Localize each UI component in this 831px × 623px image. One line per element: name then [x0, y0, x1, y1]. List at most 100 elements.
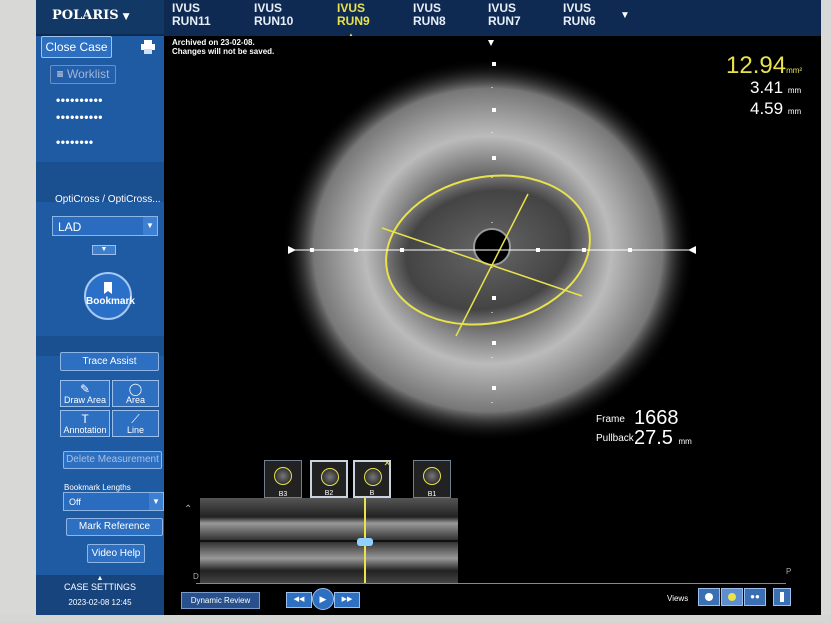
dynamic-review-button[interactable]: Dynamic Review	[181, 592, 260, 609]
diameter-2-unit: mm	[787, 107, 802, 116]
patient-id-masked: ••••••••••	[56, 110, 104, 124]
longitudinal-view[interactable]	[200, 498, 458, 583]
pullback-unit: mm	[678, 437, 692, 446]
line-icon: ⟋	[131, 412, 140, 426]
worklist-button[interactable]: ≡ Worklist	[50, 65, 116, 84]
run-tab-line2: RUN8	[413, 14, 446, 28]
monitor-bezel-left	[0, 0, 36, 623]
archived-notice: Archived on 23-02-08. Changes will not b…	[172, 38, 274, 56]
run-tab-run8[interactable]: IVUS RUN8	[413, 2, 446, 28]
bookmark-thumb-b3[interactable]: B3	[264, 460, 302, 498]
mark-reference-button[interactable]: Mark Reference	[66, 518, 163, 536]
chevron-down-icon: ▼	[143, 217, 157, 235]
more-runs-chevron-icon[interactable]: ▼	[620, 10, 630, 21]
text-icon: T	[81, 412, 89, 426]
run-tab-line2: RUN9	[337, 14, 370, 28]
chevron-down-icon: ▼	[149, 493, 163, 510]
views-label: Views	[667, 594, 689, 603]
dual-view-icon: ●●	[750, 592, 760, 601]
ivus-cross-section[interactable]	[164, 36, 821, 476]
close-icon[interactable]: ✕	[383, 458, 391, 469]
case-settings-label: CASE SETTINGS	[63, 582, 136, 592]
diameter-1-readout: 3.41 mm	[750, 78, 801, 98]
bookmark-button[interactable]: Bookmark	[84, 272, 135, 320]
list-icon: ≡	[56, 67, 64, 81]
run-tab-line2: RUN7	[488, 14, 521, 28]
forward-button[interactable]: ▶▶	[334, 592, 360, 608]
annotation-button[interactable]: T Annotation	[60, 410, 110, 437]
expand-patient-button[interactable]: ▼	[92, 245, 116, 255]
patient-name-masked: ••••••••••	[56, 93, 104, 107]
area-icon: ◯	[128, 382, 143, 396]
bookmark-thumb-b1[interactable]: B1	[413, 460, 451, 498]
area-value: 12.94	[726, 52, 787, 79]
video-help-button[interactable]: Video Help	[87, 544, 145, 563]
person-view-icon	[728, 593, 736, 601]
run-tab-run7[interactable]: IVUS RUN7	[488, 2, 521, 28]
chevron-up-icon: ▲	[96, 575, 104, 582]
timeline	[196, 583, 786, 584]
bookmark-thumb-current[interactable]: B ✕	[353, 458, 391, 498]
bookmark-icon	[104, 282, 112, 294]
run-tab-run9[interactable]: IVUSRUN9▲	[337, 2, 370, 41]
rewind-button[interactable]: ◀◀	[286, 592, 312, 608]
view-person-button[interactable]	[721, 588, 743, 606]
line-button[interactable]: ⟋ Line	[112, 410, 159, 437]
ivus-image-area[interactable]	[164, 36, 821, 476]
draw-area-label: Draw Area	[63, 395, 107, 405]
monitor-bezel-bottom	[0, 615, 831, 623]
distal-label: D	[193, 572, 199, 581]
run-tab-line2: RUN6	[563, 14, 596, 28]
draw-area-button[interactable]: ✎ Draw Area	[60, 380, 110, 407]
diameter-1-unit: mm	[787, 86, 802, 95]
bookmark-lengths-select[interactable]: Off ▼	[63, 492, 164, 511]
screen: POLARIS▼ IVUSRUN11 IVUSRUN10 IVUSRUN9▲ I…	[36, 0, 821, 615]
top-marker-icon	[488, 40, 494, 46]
worklist-label: Worklist	[66, 67, 110, 81]
view-longitudinal-button[interactable]	[773, 588, 791, 606]
annotation-label: Annotation	[63, 425, 107, 435]
collapse-up-icon[interactable]: ⌃	[184, 504, 192, 515]
line-label: Line	[126, 425, 144, 435]
thumb-image	[364, 468, 382, 486]
diameter-2-value: 4.59	[750, 99, 784, 118]
active-tab-indicator-icon: ▲	[347, 29, 357, 40]
thumb-label: B1	[427, 491, 437, 498]
brand-name: POLARIS	[52, 8, 119, 23]
view-dual-button[interactable]: ●●	[744, 588, 766, 606]
play-button[interactable]: ▶	[312, 588, 334, 610]
lumen-area-readout: 12.94mm²	[726, 52, 802, 80]
run-tab-run10[interactable]: IVUS RUN10	[254, 2, 293, 28]
run-tab-run11[interactable]: IVUS RUN11	[172, 2, 211, 28]
longitudinal-view-icon	[780, 592, 784, 602]
bookmark-lengths-value: Off	[69, 497, 81, 507]
cursor-handle[interactable]	[357, 538, 373, 546]
run-tab-run6[interactable]: IVUS RUN6	[563, 2, 596, 28]
run-tab-line2: RUN11	[172, 14, 211, 28]
pencil-icon: ✎	[79, 382, 91, 396]
vessel-select[interactable]: LAD ▼	[52, 216, 158, 236]
trace-assist-button[interactable]: Trace Assist	[60, 352, 159, 371]
bookmark-thumb-b2[interactable]: B2	[310, 460, 348, 498]
archived-line1: Archived on 23-02-08.	[172, 38, 255, 47]
thumb-image	[423, 467, 441, 485]
close-case-button[interactable]: Close Case	[41, 36, 112, 58]
case-settings-panel[interactable]: ▲ CASE SETTINGS 2023-02-08 12:45	[36, 575, 164, 615]
delete-measurement-button[interactable]: Delete Measurement	[63, 451, 162, 469]
patient-dob-masked: ••••••••	[56, 135, 94, 149]
frame-label: Frame	[596, 414, 625, 425]
catheter	[473, 228, 511, 266]
view-single-button[interactable]	[698, 588, 720, 606]
proximal-label: P	[786, 567, 792, 576]
brand-menu[interactable]: POLARIS ▼	[36, 0, 164, 34]
print-icon[interactable]	[140, 40, 156, 54]
longview-top	[200, 498, 458, 540]
archived-line2: Changes will not be saved.	[172, 47, 275, 56]
run-tab-line2: RUN10	[254, 14, 294, 28]
chevron-down-icon: ▼	[122, 12, 130, 22]
area-label: Area	[125, 395, 145, 405]
bookmark-label: Bookmark	[86, 296, 135, 307]
vessel-value: LAD	[58, 220, 82, 234]
area-button[interactable]: ◯ Area	[112, 380, 159, 407]
thumb-label: B3	[278, 491, 288, 498]
